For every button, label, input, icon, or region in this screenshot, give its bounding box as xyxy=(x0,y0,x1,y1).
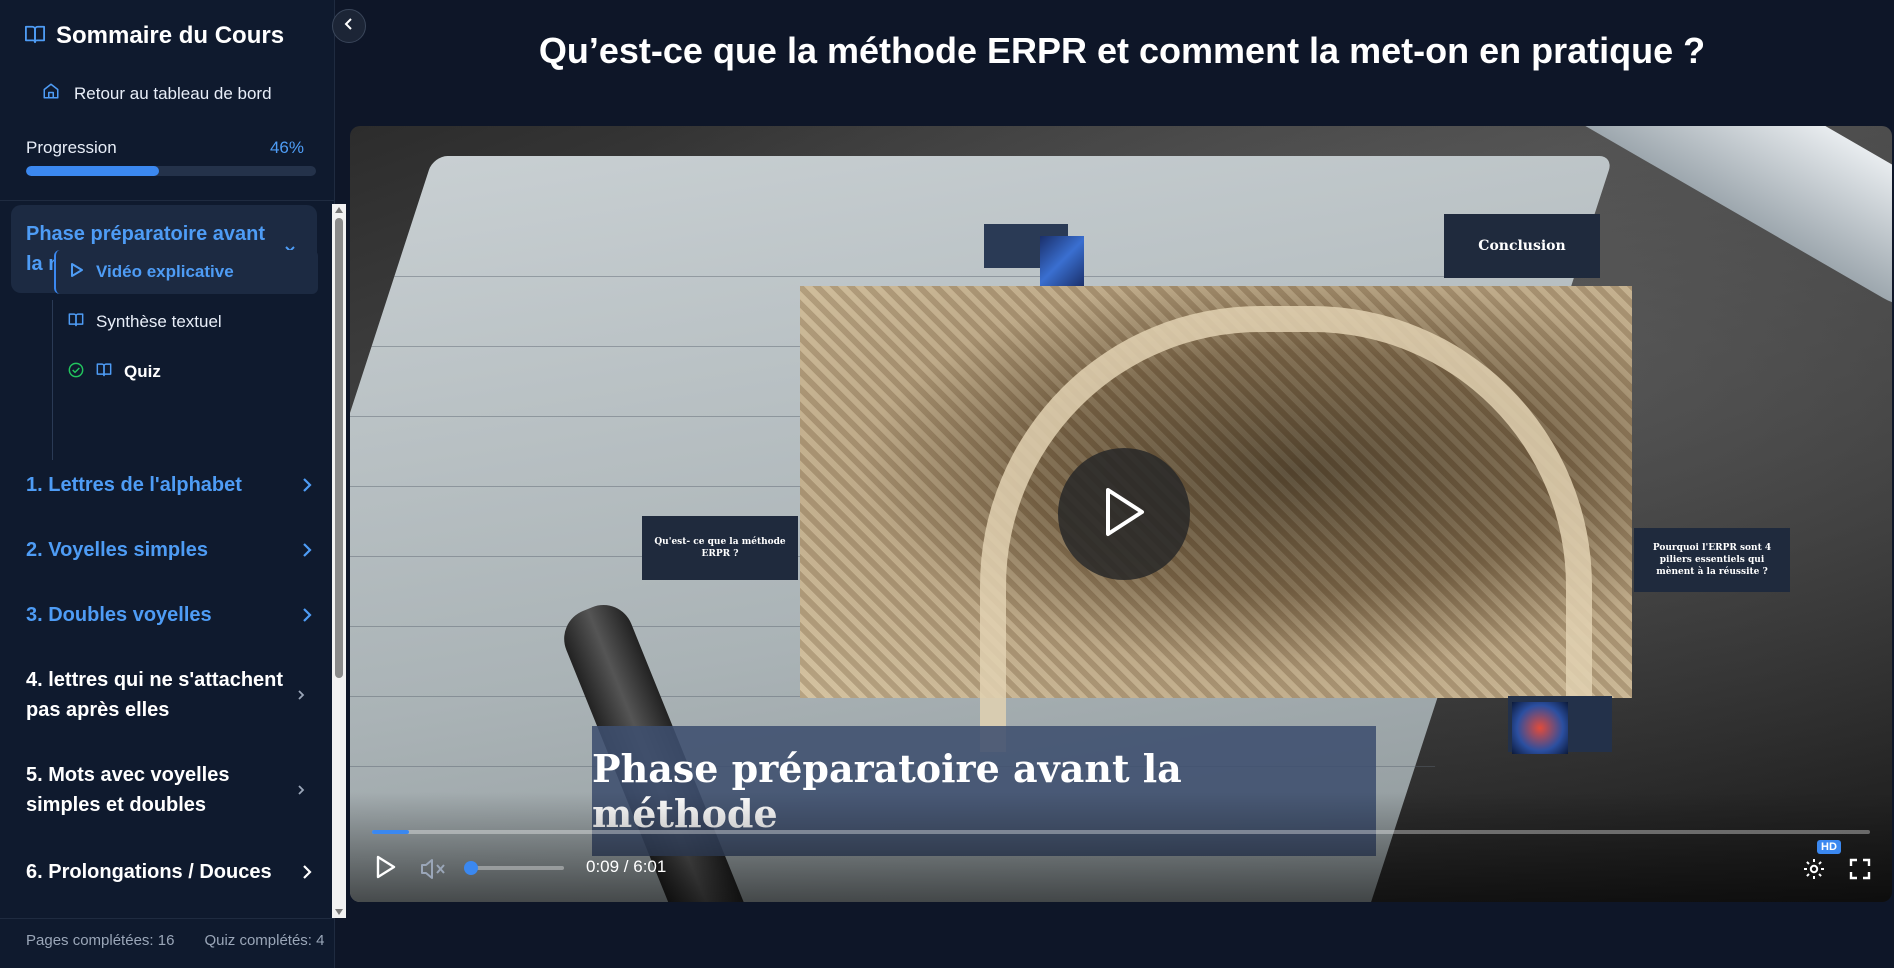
play-icon xyxy=(70,262,84,283)
section-label: 3. Doubles voyelles xyxy=(26,604,212,626)
sidebar-divider xyxy=(0,200,334,201)
course-sidebar: Sommaire du Cours Retour au tableau de b… xyxy=(0,0,335,968)
chevron-right-icon xyxy=(296,775,306,814)
section-prolongations[interactable]: 6. Prolongations / Douces xyxy=(26,857,312,887)
section-label: 1. Lettres de l'alphabet xyxy=(26,474,242,496)
section-lettres-alphabet[interactable]: 1. Lettres de l'alphabet xyxy=(26,470,312,500)
section-label: 2. Voyelles simples xyxy=(26,539,208,561)
slide-card-piliers: Pourquoi l'ERPR sont 4 piliers essentiel… xyxy=(1634,528,1790,592)
play-overlay-button[interactable] xyxy=(1058,448,1190,580)
mute-button[interactable] xyxy=(420,858,446,885)
scroll-up-arrow[interactable] xyxy=(335,207,343,213)
back-link-label: Retour au tableau de bord xyxy=(74,83,272,103)
play-button[interactable] xyxy=(374,854,398,885)
sidebar-footer-divider xyxy=(0,918,334,919)
sidebar-title: Sommaire du Cours xyxy=(56,22,285,49)
quizzes-completed: Quiz complétés: 4 xyxy=(204,932,325,949)
sub-item-video[interactable]: Vidéo explicative xyxy=(54,250,318,294)
sub-item-label: Vidéo explicative xyxy=(96,262,234,281)
controls-gradient xyxy=(350,792,1892,902)
sidebar-header: Sommaire du Cours xyxy=(24,22,284,50)
volume-slider[interactable] xyxy=(464,861,564,875)
scroll-down-arrow[interactable] xyxy=(335,909,343,915)
section-lettres-non-attachees[interactable]: 4. lettres qui ne s'attachent pas après … xyxy=(26,665,305,725)
course-nav: Phase préparatoire avant la méthode Vidé… xyxy=(0,202,334,916)
chevron-right-icon xyxy=(300,535,312,574)
progress-bar xyxy=(26,166,316,176)
sub-item-label: Synthèse textuel xyxy=(96,312,222,331)
play-icon xyxy=(1098,484,1150,545)
progress-percentage: 46% xyxy=(269,138,304,157)
section-label: 6. Prolongations / Douces xyxy=(26,861,272,883)
slide-card-question: Qu'est- ce que la méthode ERPR ? xyxy=(642,516,798,580)
brain-image xyxy=(1512,702,1568,754)
section-mots-voyelles[interactable]: 5. Mots avec voyelles simples et doubles xyxy=(26,760,305,820)
settings-gear-icon[interactable] xyxy=(1802,857,1826,886)
book-icon xyxy=(96,362,112,382)
page-title: Qu’est-ce que la méthode ERPR et comment… xyxy=(538,30,1706,71)
pages-completed: Pages complétées: 16 xyxy=(26,932,175,949)
progress-bar-fill xyxy=(26,166,160,176)
scroll-thumb[interactable] xyxy=(335,218,343,678)
sidebar-footer: Pages complétées: 16 Quiz complétés: 4 xyxy=(26,932,325,949)
sub-item-synthese[interactable]: Synthèse textuel xyxy=(54,300,316,344)
progress-label: Progression xyxy=(26,138,117,157)
sidebar-scrollbar[interactable] xyxy=(332,204,346,918)
seek-bar-fill xyxy=(372,830,410,834)
section-doubles-voyelles[interactable]: 3. Doubles voyelles xyxy=(26,600,312,630)
back-to-dashboard-link[interactable]: Retour au tableau de bord xyxy=(42,82,272,105)
hd-badge: HD xyxy=(1817,840,1841,854)
chevron-right-icon xyxy=(300,857,312,896)
section-voyelles-simples[interactable]: 2. Voyelles simples xyxy=(26,535,312,565)
slide-thumbnail-image xyxy=(1040,236,1084,286)
section-label: 5. Mots avec voyelles simples et doubles xyxy=(26,764,230,816)
chevron-right-icon xyxy=(300,470,312,509)
book-icon xyxy=(68,312,84,332)
section-label: 4. lettres qui ne s'attachent pas après … xyxy=(26,669,284,721)
check-circle-icon xyxy=(68,362,84,383)
volume-slider-knob[interactable] xyxy=(464,861,478,875)
sub-items-guide xyxy=(52,300,53,460)
chevron-right-icon xyxy=(296,680,306,719)
sub-item-label: Quiz xyxy=(124,362,161,381)
book-icon xyxy=(24,24,46,49)
time-display: 0:09 / 6:01 xyxy=(586,857,667,876)
seek-bar[interactable] xyxy=(372,830,1870,834)
sub-item-quiz[interactable]: Quiz xyxy=(54,350,316,394)
video-player[interactable]: Conclusion Qu'est- ce que la méthode ERP… xyxy=(350,126,1892,902)
slide-main-image xyxy=(800,286,1632,752)
fullscreen-button[interactable] xyxy=(1848,857,1872,886)
home-icon xyxy=(42,82,60,105)
slide-card-conclusion: Conclusion xyxy=(1444,214,1600,278)
chevron-right-icon xyxy=(300,600,312,639)
